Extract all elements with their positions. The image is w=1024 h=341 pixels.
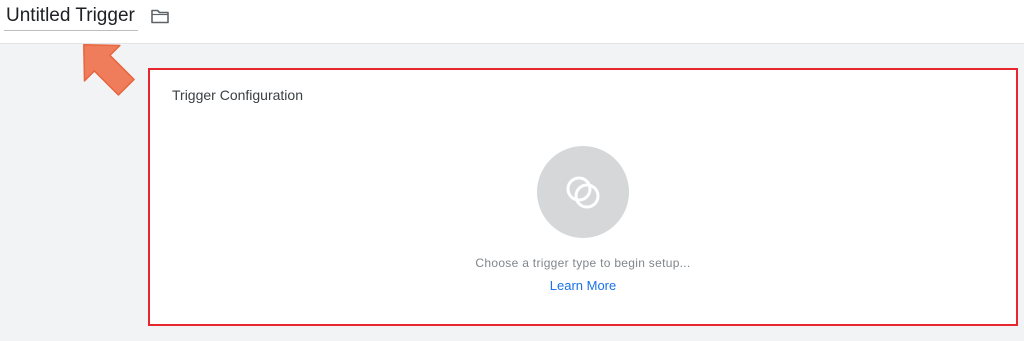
learn-more-link[interactable]: Learn More: [150, 278, 1016, 293]
trigger-configuration-card[interactable]: Trigger Configuration Choose a trigger t…: [148, 68, 1018, 326]
overlapping-circles-icon: [566, 176, 600, 209]
setup-hint: Choose a trigger type to begin setup...: [475, 256, 691, 270]
top-bar: Untitled Trigger: [0, 0, 1024, 44]
annotation-arrow-icon: [83, 44, 135, 96]
choose-trigger-type-button[interactable]: [537, 146, 629, 238]
folder-icon-glyph: [151, 9, 169, 24]
folder-icon[interactable]: [150, 7, 170, 25]
card-title: Trigger Configuration: [172, 87, 303, 103]
trigger-name-field[interactable]: Untitled Trigger: [6, 5, 135, 27]
title-underline: [4, 30, 138, 31]
